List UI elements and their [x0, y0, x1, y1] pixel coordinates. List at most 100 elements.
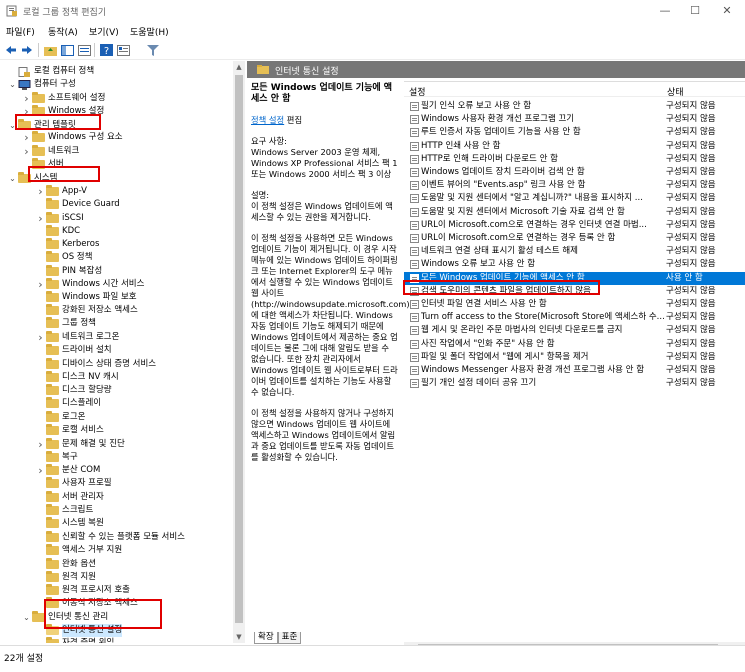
- chevron-right-icon[interactable]: ›: [22, 105, 31, 118]
- chevron-down-icon[interactable]: ⌄: [22, 611, 31, 624]
- folder-icon: [32, 611, 45, 622]
- setting-state: 구성되지 않음: [666, 312, 716, 323]
- setting-row[interactable]: 필기 개인 설정 데이터 공유 끄기 구성되지 않음: [404, 377, 745, 390]
- scroll-up-arrow-icon[interactable]: ▲: [233, 61, 245, 73]
- scroll-down-arrow-icon[interactable]: ▼: [233, 631, 245, 643]
- setting-row[interactable]: 웹 게시 및 온라인 주문 마법사의 인터넷 다운로드를 금지 구성되지 않음: [404, 324, 745, 337]
- menu-file[interactable]: 파일(F): [6, 25, 35, 38]
- folder-icon: [46, 265, 59, 276]
- setting-row[interactable]: 이벤트 뷰어의 "Events.asp" 링크 사용 안 함 구성되지 않음: [404, 179, 745, 192]
- menu-view[interactable]: 보기(V): [89, 25, 119, 38]
- tree-item-label: 로컬 컴퓨터 정책: [34, 66, 95, 76]
- setting-row[interactable]: 파일 및 폴더 작업에서 "웹에 게시" 항목을 제거 구성되지 않음: [404, 351, 745, 364]
- tree-item-label: 이동식 저장소 액세스: [62, 598, 138, 608]
- chevron-right-icon[interactable]: ›: [22, 92, 31, 105]
- column-setting[interactable]: 설정: [409, 85, 426, 98]
- policy-setting-icon: [410, 326, 419, 336]
- policy-setting-icon: [410, 286, 419, 296]
- setting-row[interactable]: Windows 사용자 환경 개선 프로그램 끄기 구성되지 않음: [404, 113, 745, 126]
- folder-icon: [46, 212, 59, 223]
- setting-row[interactable]: 도움말 및 지원 센터에서 "알고 계십니까?" 내용을 표시하지 ... 구성되…: [404, 192, 745, 205]
- show-tree-icon[interactable]: [60, 43, 74, 57]
- setting-label: 루트 인증서 자동 업데이트 기능을 사용 안 함: [421, 127, 581, 138]
- chevron-right-icon[interactable]: ›: [36, 185, 45, 198]
- setting-state: 구성되지 않음: [666, 127, 716, 138]
- tree-item-label: 완화 옵션: [62, 559, 96, 569]
- setting-label: 필기 개인 설정 데이터 공유 끄기: [421, 378, 537, 389]
- setting-state: 구성되지 않음: [666, 378, 716, 389]
- menu-action[interactable]: 동작(A): [48, 25, 78, 38]
- tree-item-label: Device Guard: [62, 199, 120, 209]
- folder-icon: [46, 291, 59, 302]
- folder-icon: [18, 119, 31, 130]
- tree-item-label: iSCSI: [62, 213, 84, 223]
- folder-icon: [46, 438, 59, 449]
- setting-row[interactable]: Windows Messenger 사용자 환경 개선 프로그램 사용 안 함 구…: [404, 364, 745, 377]
- policy-setting-icon: [410, 379, 419, 389]
- forward-icon[interactable]: [20, 43, 34, 57]
- setting-row[interactable]: URL이 Microsoft.com으로 연결하는 경우 등록 안 함 구성되지 …: [404, 232, 745, 245]
- policy-setting-icon: [410, 115, 419, 125]
- close-button[interactable]: ✕: [712, 2, 742, 20]
- setting-row[interactable]: 인터넷 파일 연결 서비스 사용 안 함 구성되지 않음: [404, 298, 745, 311]
- tree-vertical-scrollbar[interactable]: ▲ ▼: [233, 61, 245, 643]
- setting-row[interactable]: Windows 업데이트 장치 드라이버 검색 안 함 구성되지 않음: [404, 166, 745, 179]
- setting-row[interactable]: 네트워크 연결 상태 표시기 활성 테스트 해제 구성되지 않음: [404, 245, 745, 258]
- column-state[interactable]: 상태: [667, 85, 684, 98]
- edit-policy-link[interactable]: 정책 설정: [251, 115, 284, 125]
- chevron-down-icon[interactable]: ⌄: [8, 172, 17, 185]
- setting-row[interactable]: URL이 Microsoft.com으로 연결하는 경우 인터넷 연결 마법..…: [404, 219, 745, 232]
- setting-label: 인터넷 파일 연결 서비스 사용 안 함: [421, 299, 547, 309]
- properties-icon[interactable]: [116, 43, 130, 57]
- help-icon[interactable]: ?: [99, 43, 113, 57]
- setting-row[interactable]: HTTP로 인해 드라이버 다운로드 안 함 구성되지 않음: [404, 153, 745, 166]
- tree-item-label: 자격 증명 위임: [62, 638, 115, 643]
- menu-bar: 파일(F) 동작(A) 보기(V) 도움말(H): [0, 22, 745, 40]
- pane-header: 인터넷 통신 설정: [247, 61, 745, 78]
- chevron-right-icon[interactable]: ›: [36, 438, 45, 451]
- chevron-right-icon[interactable]: ›: [22, 145, 31, 158]
- description-panel: 모든 Windows 업데이트 기능에 액세스 안 함 정책 설정 편집 요구 …: [251, 83, 410, 623]
- setting-row[interactable]: Windows 오류 보고 사용 안 함 구성되지 않음: [404, 258, 745, 271]
- tab-standard[interactable]: 표준: [277, 632, 302, 644]
- tree-item-label: Windows 설정: [48, 106, 105, 116]
- export-icon[interactable]: [77, 43, 91, 57]
- chevron-down-icon[interactable]: ⌄: [8, 119, 17, 132]
- scroll-thumb[interactable]: [235, 75, 243, 623]
- setting-label: Windows 사용자 환경 개선 프로그램 끄기: [421, 114, 575, 125]
- policy-setting-icon: [410, 194, 419, 204]
- chevron-right-icon[interactable]: ›: [36, 278, 45, 291]
- folder-icon: [46, 278, 59, 289]
- setting-row[interactable]: 사진 작업에서 "인화 주문" 사용 안 함 구성되지 않음: [404, 338, 745, 351]
- up-folder-icon[interactable]: [43, 43, 57, 57]
- setting-row[interactable]: 검색 도우미의 콘텐츠 파일을 업데이트하지 않음 구성되지 않음: [404, 285, 745, 298]
- chevron-right-icon[interactable]: ›: [36, 212, 45, 225]
- menu-help[interactable]: 도움말(H): [130, 25, 169, 38]
- minimize-button[interactable]: —: [650, 2, 680, 20]
- maximize-button[interactable]: ☐: [680, 2, 710, 20]
- setting-row[interactable]: 필기 인식 오류 보고 사용 안 함 구성되지 않음: [404, 100, 745, 113]
- requirements-text: Windows Server 2003 운영 체제, Windows XP Pr…: [251, 147, 398, 179]
- tab-extended[interactable]: 확장: [254, 632, 278, 644]
- setting-row[interactable]: 루트 인증서 자동 업데이트 기능을 사용 안 함 구성되지 않음: [404, 126, 745, 139]
- chevron-right-icon[interactable]: ›: [22, 131, 31, 144]
- chevron-down-icon[interactable]: ⌄: [8, 78, 17, 91]
- chevron-right-icon[interactable]: ›: [36, 331, 45, 344]
- setting-row[interactable]: Turn off access to the Store(Microsoft S…: [404, 311, 745, 324]
- folder-icon: [46, 317, 59, 328]
- setting-label: 모든 Windows 업데이트 기능에 액세스 안 함: [421, 272, 585, 283]
- chevron-right-icon[interactable]: ›: [36, 464, 45, 477]
- tree-item-label: 디스크 할당량: [62, 385, 112, 395]
- setting-row[interactable]: HTTP 인쇄 사용 안 함 구성되지 않음: [404, 140, 745, 153]
- back-icon[interactable]: [4, 43, 18, 57]
- filter-icon[interactable]: [146, 43, 160, 57]
- folder-icon: [46, 304, 59, 315]
- setting-row[interactable]: 도움말 및 지원 센터에서 Microsoft 기술 자료 검색 안 함 구성되지…: [404, 206, 745, 219]
- tree-item-label: 디바이스 상태 증명 서비스: [62, 359, 157, 369]
- setting-row[interactable]: 모든 Windows 업데이트 기능에 액세스 안 함 사용 안 함: [404, 271, 745, 285]
